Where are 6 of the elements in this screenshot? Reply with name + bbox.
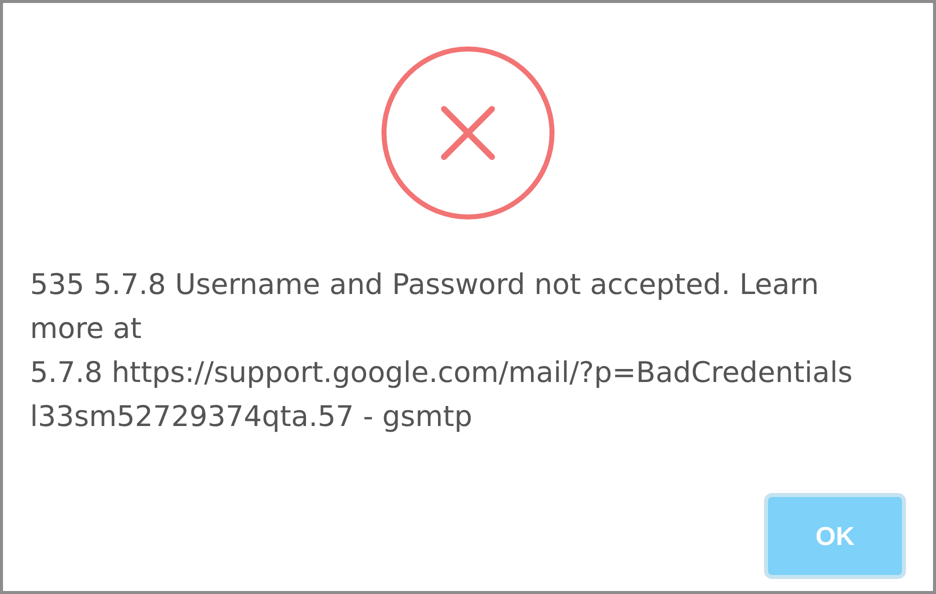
- error-message-line: more at: [30, 311, 142, 347]
- error-message-line: l33sm52729374qta.57 - gsmtp: [30, 399, 472, 435]
- ok-button[interactable]: OK: [764, 493, 906, 579]
- error-message-line: 5.7.8 https://support.google.com/mail/?p=BadCredentials: [30, 355, 853, 391]
- error-icon: [380, 45, 556, 221]
- error-message-line: 535 5.7.8 Username and Password not accepted. Learn: [30, 267, 819, 303]
